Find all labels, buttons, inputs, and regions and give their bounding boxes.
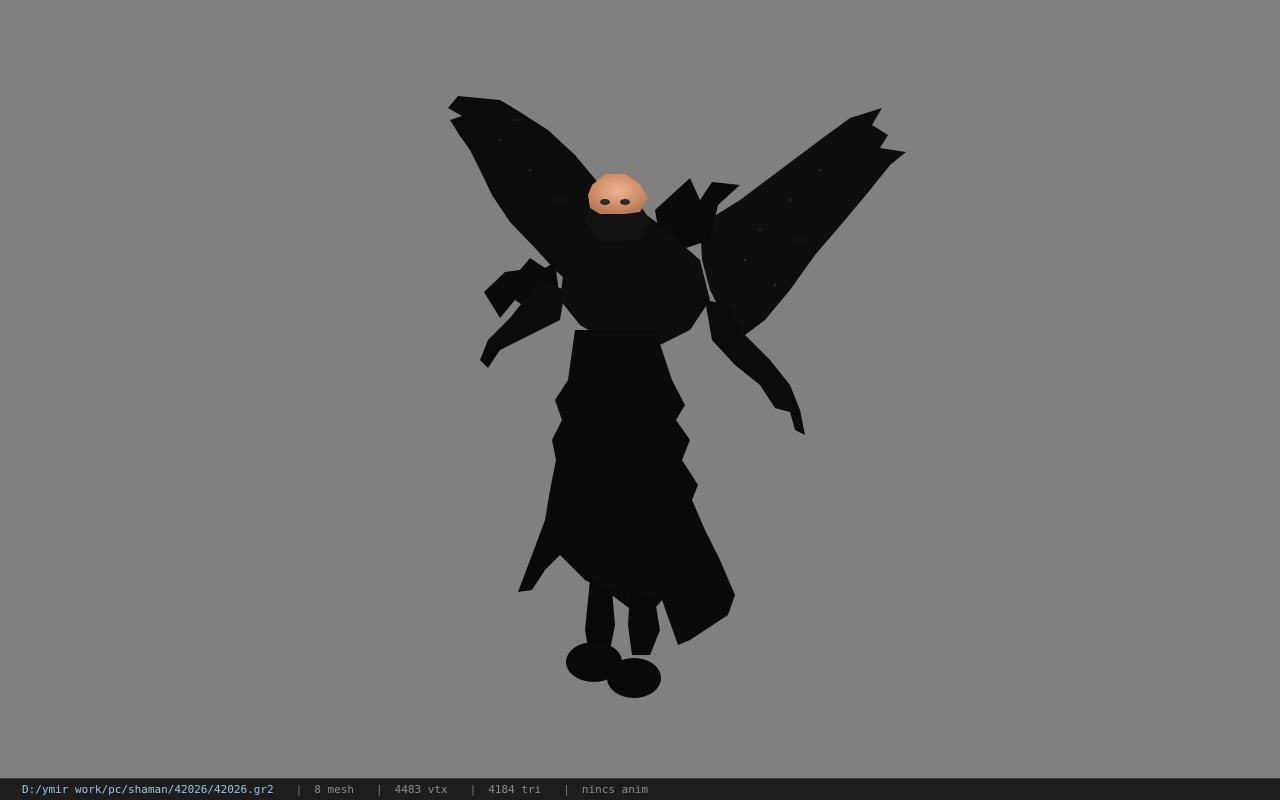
triangle-count: 4184 tri xyxy=(488,783,542,796)
face xyxy=(588,174,648,214)
separator: | xyxy=(563,783,570,796)
separator: | xyxy=(469,783,477,796)
file-path: D:/ymir work/pc/shaman/42026/42026.gr2 xyxy=(22,783,274,796)
status-bar: D:/ymir work/pc/shaman/42026/42026.gr2 |… xyxy=(0,778,1280,800)
separator: | xyxy=(376,783,383,796)
mesh-count: 8 mesh xyxy=(314,783,355,796)
animation-status: nincs anim xyxy=(581,783,649,796)
3d-viewport[interactable] xyxy=(0,0,1280,778)
character-model xyxy=(448,96,906,698)
separator: | xyxy=(295,783,303,796)
vertex-count: 4483 vtx xyxy=(394,783,448,796)
right-wing xyxy=(700,108,906,335)
coat xyxy=(518,330,735,645)
